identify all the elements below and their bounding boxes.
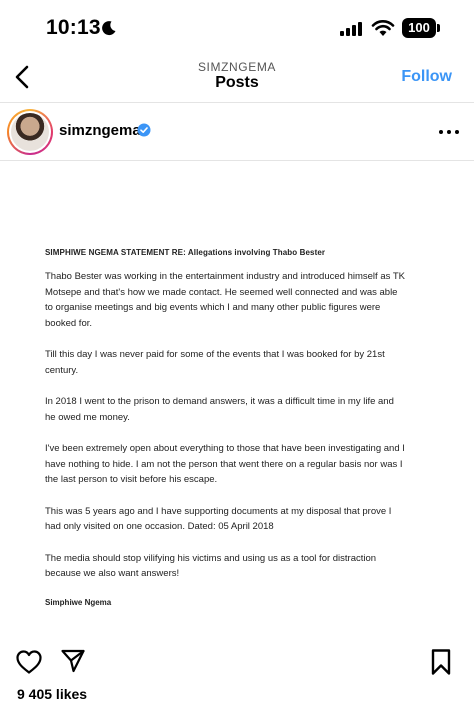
paper-plane-icon[interactable] — [60, 648, 86, 674]
status-time: 10:13 — [46, 16, 101, 39]
more-horizontal-icon[interactable] — [438, 124, 460, 140]
statement-paragraph: I've been extremely open about everythin… — [45, 443, 405, 485]
statement-paragraph: This was 5 years ago and I have supporti… — [45, 505, 392, 533]
username[interactable]: simzngema — [59, 122, 141, 139]
post-header: simzngema — [0, 104, 474, 160]
statement-paragraph: The media should stop vilifying his vict… — [45, 552, 377, 580]
cellular-signal-icon — [340, 22, 362, 36]
divider — [0, 160, 474, 161]
bookmark-icon[interactable] — [430, 648, 452, 676]
likes-count[interactable]: 9 405 likes — [17, 686, 87, 702]
statement-paragraph: In 2018 I went to the prison to demand a… — [45, 396, 394, 423]
moon-icon — [102, 21, 116, 36]
battery-icon: 100 — [402, 18, 440, 38]
statement-paragraph: Thabo Bester was working in the entertai… — [45, 271, 405, 329]
nav-bar: SIMZNGEMA Posts Follow — [0, 56, 474, 102]
heart-icon[interactable] — [15, 649, 43, 675]
divider — [0, 102, 474, 103]
wifi-icon — [371, 20, 395, 36]
battery-level: 100 — [402, 18, 436, 38]
verified-badge-icon — [137, 123, 151, 137]
avatar[interactable] — [7, 109, 53, 155]
statement-paragraph: Till this day I was never paid for some … — [45, 349, 385, 376]
statement-document: SIMPHIWE NGEMA STATEMENT RE: Allegations… — [45, 248, 445, 607]
follow-button[interactable]: Follow — [401, 68, 452, 86]
statement-signature: Simphiwe Ngema — [45, 597, 112, 607]
status-bar: 10:13 100 — [0, 0, 474, 56]
statement-heading: SIMPHIWE NGEMA STATEMENT RE: Allegations… — [45, 248, 326, 257]
post-actions — [0, 644, 474, 680]
